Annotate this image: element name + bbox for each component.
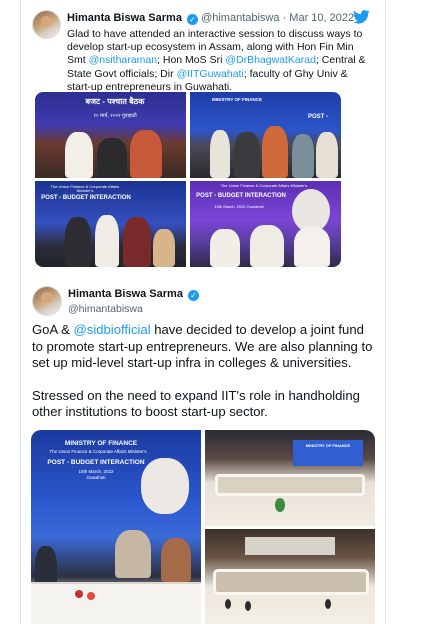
photo-banner-text: MINISTRY OF FINANCE: [305, 443, 351, 448]
author-name[interactable]: Himanta Biswa Sarma: [68, 288, 183, 300]
person: [161, 538, 191, 582]
person: [153, 229, 175, 267]
person: [234, 132, 260, 178]
person: [294, 227, 330, 267]
mention-link[interactable]: @sidbiofficial: [74, 322, 151, 337]
tweet-paragraph: GoA & @sidbiofficial have decided to dev…: [32, 322, 373, 371]
photo-banner-text: POST - BUDGET INTERACTION: [47, 459, 145, 466]
author-handle[interactable]: @himantabiswa: [68, 303, 143, 315]
photo-sub-text: POST -: [307, 114, 328, 120]
tweet-photo[interactable]: MINISTRY OF FINANCE: [205, 430, 375, 526]
person: [262, 126, 288, 178]
mention-link[interactable]: @DrBhagwatKarad: [225, 54, 316, 66]
photo-sub-text: 10th March, 2022 Guwahati: [214, 204, 264, 209]
table: [31, 582, 201, 624]
tweet-paragraph: Stressed on the need to expand IIT's rol…: [32, 387, 360, 420]
person: [325, 599, 331, 609]
person: [123, 217, 151, 267]
author-name[interactable]: Himanta Biswa Sarma: [67, 12, 182, 24]
photo-sub-text: The Union Finance & Corporate Affairs Mi…: [49, 449, 147, 454]
conference-table: [213, 569, 369, 595]
tweet-photo[interactable]: [205, 529, 375, 624]
person: [292, 134, 314, 178]
person: [316, 132, 338, 178]
author-avatar[interactable]: [32, 286, 62, 316]
person: [97, 138, 127, 178]
plant: [275, 498, 285, 512]
tweet-photo[interactable]: बजट - पश्चात बैठक १० मार्च, २०२२ गुवाहाट…: [35, 92, 186, 178]
flowers: [87, 592, 95, 600]
separator: ·: [282, 12, 287, 24]
tweet-photo[interactable]: The Union Finance & Corporate Affairs Mi…: [35, 181, 186, 267]
person: [250, 225, 284, 267]
photo-banner-text: POST - BUDGET INTERACTION: [196, 193, 286, 199]
mention-link[interactable]: @IITGuwahati: [177, 68, 244, 80]
person: [65, 217, 91, 267]
person: [210, 130, 230, 178]
person: [95, 215, 119, 267]
person: [115, 530, 151, 578]
flowers: [75, 590, 83, 598]
photo-top-text: The Union Finance & Corporate Affairs Mi…: [220, 183, 308, 188]
tweet-photo[interactable]: The Union Finance & Corporate Affairs Mi…: [190, 181, 341, 267]
portrait: [141, 458, 189, 514]
conference-table: [215, 474, 365, 496]
author-avatar[interactable]: [32, 10, 61, 39]
verified-badge-icon: ✓: [187, 14, 198, 25]
author-handle[interactable]: @himantabiswa: [201, 12, 279, 24]
photo-sub-text: १० मार्च, २०२२ गुवाहाटी: [93, 113, 137, 119]
mention-link[interactable]: @nsitharaman: [89, 54, 157, 66]
tweet-photo[interactable]: MINISTRY OF FINANCE The Union Finance & …: [31, 430, 201, 624]
photo-banner-text: MINISTRY OF FINANCE: [212, 97, 263, 102]
tweet-text: Glad to have attended an interactive ses…: [67, 28, 366, 93]
photo-sub-text: The Union Finance & Corporate Affairs Mi…: [50, 184, 120, 194]
person: [130, 130, 162, 178]
photo-banner-text: POST - BUDGET INTERACTION: [41, 195, 131, 201]
person: [65, 132, 93, 178]
tweet-header: Himanta Biswa Sarma ✓ @himantabiswa · Ma…: [67, 12, 354, 25]
tweet1-photo-grid: बजट - पश्चात बैठक १० मार्च, २०२२ गुवाहाट…: [35, 92, 341, 267]
photo-banner-text: बजट - पश्चात बैठक: [85, 97, 145, 106]
photo-sub-text: Guwahati: [86, 475, 106, 480]
tweet-date[interactable]: Mar 10, 2022: [289, 12, 354, 24]
person: [210, 229, 240, 267]
twitter-bird-icon[interactable]: [353, 10, 370, 24]
tweet-photo[interactable]: MINISTRY OF FINANCE POST -: [190, 92, 341, 178]
tweet-text: GoA & @sidbiofficial have decided to dev…: [32, 322, 378, 421]
person: [225, 599, 231, 609]
tweet-header: Himanta Biswa Sarma ✓: [68, 288, 199, 301]
verified-badge-icon: ✓: [188, 290, 199, 301]
person: [245, 601, 251, 611]
ceiling-light: [245, 537, 335, 555]
tweet2-photo-grid: MINISTRY OF FINANCE The Union Finance & …: [31, 430, 375, 624]
photo-banner-text: MINISTRY OF FINANCE: [64, 440, 138, 447]
